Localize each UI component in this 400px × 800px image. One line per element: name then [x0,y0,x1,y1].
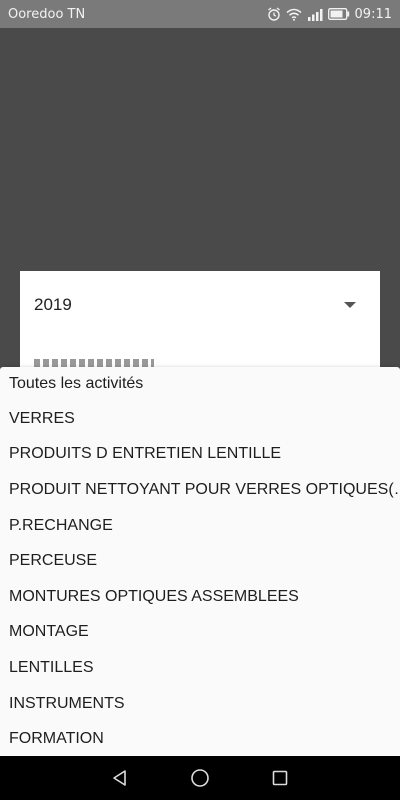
wifi-icon [286,8,302,21]
activity-dropdown-list: Toutes les activités VERRES PRODUITS D E… [0,367,400,756]
dropdown-arrow-icon [344,302,356,308]
back-icon[interactable] [100,758,140,798]
filter-card: 2019 [20,271,380,371]
dropdown-item-perceuse[interactable]: PERCEUSE [0,543,400,579]
dropdown-item-p-rechange[interactable]: P.RECHANGE [0,508,400,544]
status-bar: Ooredoo TN 09:11 [0,0,400,28]
signal-icon [307,8,323,21]
dropdown-item-verres[interactable]: VERRES [0,401,400,437]
status-icons: 09:11 [267,7,392,22]
dropdown-item-instruments[interactable]: INSTRUMENTS [0,686,400,722]
recents-icon[interactable] [260,758,300,798]
dropdown-item-montures[interactable]: MONTURES OPTIQUES ASSEMBLEES [0,579,400,615]
alarm-icon [267,7,281,21]
dropdown-item-formation[interactable]: FORMATION [0,721,400,756]
home-icon[interactable] [180,758,220,798]
year-spinner-value: 2019 [34,295,72,314]
dropdown-item-produits-entretien[interactable]: PRODUITS D ENTRETIEN LENTILLE [0,437,400,473]
dropdown-item-montage[interactable]: MONTAGE [0,615,400,651]
dropdown-item-lentilles[interactable]: LENTILLES [0,650,400,686]
dropdown-item-toutes[interactable]: Toutes les activités [0,367,400,401]
battery-icon [327,8,350,20]
carrier-label: Ooredoo TN [8,6,86,22]
year-spinner[interactable]: 2019 [20,271,380,339]
navigation-bar [0,756,400,800]
dropdown-item-produit-nettoyant[interactable]: PRODUIT NETTOYANT POUR VERRES OPTIQUES(… [0,472,400,508]
clock-label: 09:11 [354,6,392,22]
